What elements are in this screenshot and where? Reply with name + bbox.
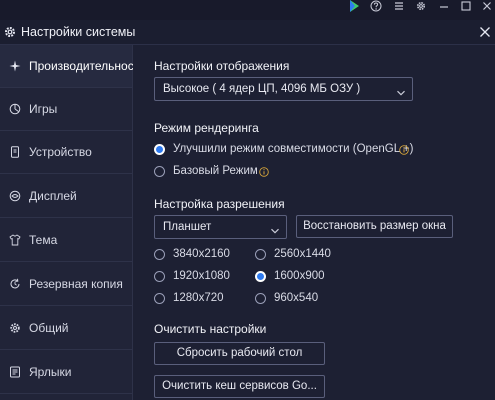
resolution-1600-label: 1600x900 <box>274 270 325 282</box>
sidebar: Производительность Игры Устройство Диспл… <box>0 45 145 400</box>
sidebar-item-label: Тема <box>29 233 58 247</box>
reset-desktop-button[interactable]: Сбросить рабочий стол <box>154 342 325 365</box>
sidebar-item-backup[interactable]: Резервная копия <box>0 263 132 306</box>
window-title: Настройки системы <box>21 25 136 39</box>
general-icon <box>9 322 21 334</box>
sidebar-item-display[interactable]: Дисплей <box>0 175 132 218</box>
info-icon[interactable] <box>259 166 269 177</box>
device-type-value: Планшет <box>163 221 212 233</box>
render-option-opengl-label: Улучшили режим совместимости (OpenGL +) <box>173 143 414 155</box>
sidebar-item-games[interactable]: Игры <box>0 88 132 131</box>
sidebar-item-label: Производительность <box>29 59 146 73</box>
close-icon[interactable] <box>480 0 494 14</box>
resolution-2560-radio[interactable] <box>255 249 266 260</box>
resolution-1600-radio[interactable] <box>255 271 266 282</box>
sidebar-item-general[interactable]: Общий <box>0 307 132 350</box>
sidebar-item-device[interactable]: Устройство <box>0 131 132 174</box>
clear-services-cache-button[interactable]: Очистить кеш сервисов Go... <box>154 375 325 398</box>
maximize-icon[interactable] <box>459 0 473 14</box>
performance-icon <box>9 60 21 72</box>
sidebar-item-label: Устройство <box>29 145 92 159</box>
sidebar-item-shortcuts[interactable]: Ярлыки <box>0 351 132 394</box>
sidebar-item-theme[interactable]: Тема <box>0 219 132 262</box>
sidebar-item-label: Ярлыки <box>29 365 72 379</box>
sidebar-item-label: Резервная копия <box>29 277 123 291</box>
performance-select[interactable]: Высокое ( 4 ядер ЦП, 4096 МБ ОЗУ ) <box>154 77 413 101</box>
performance-select-value: Высокое ( 4 ядер ЦП, 4096 МБ ОЗУ ) <box>163 83 361 95</box>
shortcuts-icon <box>9 366 21 378</box>
restore-window-button[interactable]: Восстановить размер окна <box>296 215 453 238</box>
settings-icon[interactable] <box>414 0 428 14</box>
chevron-down-icon <box>396 84 406 96</box>
minimize-icon[interactable] <box>437 0 451 14</box>
help-icon[interactable] <box>369 0 383 14</box>
close-dialog-icon[interactable] <box>478 25 492 39</box>
resolution-title: Настройка разрешения <box>154 197 285 211</box>
title-bar: Настройки системы <box>0 20 495 45</box>
display-settings-title: Настройки отображения <box>154 59 290 73</box>
sidebar-item-performance[interactable]: Производительность <box>0 45 145 88</box>
games-icon <box>9 103 21 115</box>
system-strip <box>0 0 495 20</box>
render-option-opengl-radio[interactable] <box>154 144 165 155</box>
clear-settings-title: Очистить настройки <box>154 322 267 336</box>
settings-panel: Настройки отображения Высокое ( 4 ядер Ц… <box>133 45 495 400</box>
resolution-960-label: 960x540 <box>274 292 319 304</box>
device-type-select[interactable]: Планшет <box>154 215 287 239</box>
play-store-icon[interactable] <box>347 0 361 14</box>
display-icon <box>9 190 21 202</box>
resolution-3840-label: 3840x2160 <box>173 248 230 260</box>
render-option-basic-radio[interactable] <box>154 166 165 177</box>
device-icon <box>9 146 21 158</box>
resolution-2560-label: 2560x1440 <box>274 248 331 260</box>
chevron-down-icon <box>270 222 280 234</box>
backup-icon <box>9 278 21 290</box>
sidebar-item-label: Игры <box>29 102 58 116</box>
render-mode-title: Режим рендеринга <box>154 121 259 135</box>
render-option-basic-label: Базовый Режим <box>173 165 258 177</box>
sidebar-item-label: Дисплей <box>29 189 77 203</box>
info-icon[interactable] <box>399 144 409 155</box>
sidebar-item-label: Общий <box>29 321 69 335</box>
resolution-1920-label: 1920x1080 <box>173 270 230 282</box>
resolution-1280-radio[interactable] <box>154 293 165 304</box>
gear-icon <box>3 25 17 39</box>
theme-icon <box>9 234 21 246</box>
resolution-1920-radio[interactable] <box>154 271 165 282</box>
resolution-3840-radio[interactable] <box>154 249 165 260</box>
resolution-1280-label: 1280x720 <box>173 292 224 304</box>
menu-icon[interactable] <box>392 0 406 14</box>
resolution-960-radio[interactable] <box>255 293 266 304</box>
